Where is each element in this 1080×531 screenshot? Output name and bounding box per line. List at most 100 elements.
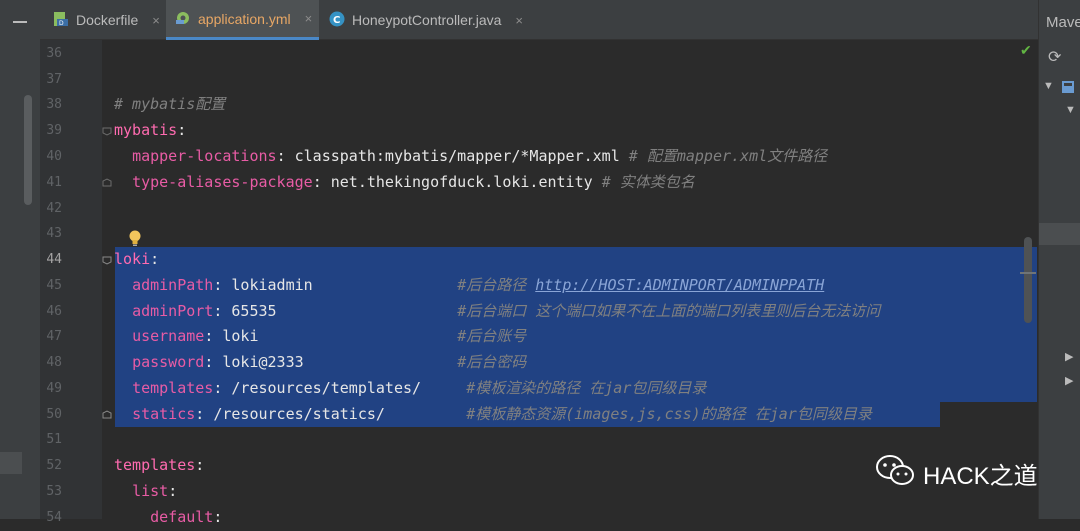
code-line: 37 [40,67,1038,93]
line-number: 42 [46,201,62,216]
line-number: 44 [46,252,62,267]
svg-text:C: C [333,15,340,26]
fold-marker-icon[interactable] [102,410,112,420]
yaml-value: /resources/statics/ [213,405,467,423]
code-text: default: [114,505,222,531]
yaml-colon: : [213,276,232,294]
code-text: username: loki #后台账号 [114,324,526,350]
yaml-colon: : [168,482,178,500]
yaml-key: adminPort [132,302,214,320]
svg-text:D: D [59,20,64,27]
line-number: 39 [46,123,62,138]
refresh-icon[interactable]: ⟳ [1048,47,1061,67]
yaml-colon: : [150,250,160,268]
code-line: 45 adminPath: lokiadmin #后台路径 http://HOS… [40,273,1038,299]
tab-dockerfile[interactable]: D Dockerfile × [48,0,170,40]
tree-collapsed-icon[interactable]: ▶ [1065,350,1073,363]
project-scrollbar[interactable] [24,95,32,205]
yaml-config-icon [174,8,192,29]
yaml-key: loki [114,250,151,268]
code-line: 38 # mybatis配置 [40,92,1038,118]
tree-expand-icon[interactable]: ▼ [1065,104,1076,116]
tab-honeypot-controller[interactable]: C HoneypotController.java × [320,0,530,40]
code-line: 46 adminPort: 65535 #后台端口 这个端口如果不在上面的端口列… [40,299,1038,325]
code-text: mapper-locations: classpath:mybatis/mapp… [114,144,827,170]
yaml-colon: : [204,353,223,371]
yaml-key: statics [132,405,196,423]
code-editor[interactable]: ✔ 36 37 38 # mybatis配置 39 mybatis: 40 ma… [40,40,1038,526]
line-number: 45 [46,278,62,293]
java-class-icon: C [328,10,346,31]
fold-marker-icon[interactable] [102,126,112,136]
panel-title[interactable]: Mave [1046,14,1080,31]
code-line: 43 [40,221,1038,247]
yaml-key: default [150,508,214,526]
line-number: 48 [46,355,62,370]
yaml-key: templates [114,456,196,474]
tab-application-yml[interactable]: application.yml × [166,0,319,40]
yaml-comment: #模板静态资源(images,js,css)的路径 在jar包同级目录 [466,405,872,423]
watermark-text: HACK之道 [923,463,1038,490]
yaml-colon: : [312,173,331,191]
tab-label: Dockerfile [76,12,139,28]
line-number: 53 [46,484,62,499]
tree-collapsed-icon[interactable]: ▶ [1065,374,1073,387]
editor-tab-bar: D Dockerfile × application.yml × C Honey… [40,0,1040,40]
line-number: 49 [46,381,62,396]
yaml-colon: : [195,405,214,423]
line-number: 37 [46,72,62,87]
yaml-value: /resources/templates/ [231,379,467,397]
panel-selected-row [1039,223,1080,245]
code-line: 49 templates: /resources/templates/ #模板渲… [40,376,1038,402]
yaml-colon: : [213,302,232,320]
yaml-colon: : [195,456,205,474]
code-line: 36 [40,41,1038,67]
collapse-icon[interactable] [13,21,27,23]
fold-marker-icon[interactable] [102,178,112,188]
close-icon[interactable]: × [152,13,160,28]
tab-label: application.yml [198,10,291,27]
close-icon[interactable]: × [515,13,523,28]
code-text: adminPort: 65535 #后台端口 这个端口如果不在上面的端口列表里则… [114,299,880,325]
fold-marker-icon[interactable] [102,255,112,265]
yaml-key: password [132,353,205,371]
line-number: 36 [46,46,62,61]
line-number: 43 [46,226,62,241]
line-number: 54 [46,510,62,525]
code-text: # mybatis配置 [114,92,225,118]
code-text: adminPath: lokiadmin #后台路径 http://HOST:A… [114,273,824,299]
tree-expand-icon[interactable]: ▼ [1043,80,1054,92]
url-link[interactable]: http://HOST:ADMINPORT/ADMINPPATH [535,276,824,294]
yaml-key: templates [132,379,214,397]
yaml-colon: : [276,147,295,165]
left-tool-strip [0,0,41,519]
tab-label: HoneypotController.java [352,12,502,28]
yaml-comment: #模板渲染的路径 在jar包同级目录 [466,379,707,397]
line-number: 46 [46,304,62,319]
yaml-comment: #后台路径 [457,276,536,294]
yaml-key: adminPath [132,276,214,294]
yaml-key: username [132,327,205,345]
yaml-value: classpath:mybatis/mapper/*Mapper.xml [294,147,629,165]
project-selected-row [0,452,22,474]
yaml-comment: #后台密码 [457,353,527,371]
yaml-value: net.thekingofduck.loki.entity [330,173,602,191]
yaml-key: list [132,482,169,500]
close-icon[interactable]: × [305,11,313,26]
yaml-key: type-aliases-package [132,173,313,191]
line-number: 50 [46,407,62,422]
yaml-comment: #后台端口 这个端口如果不在上面的端口列表里则后台无法访问 [457,302,881,320]
yaml-key: mapper-locations [132,147,277,165]
code-line: 42 [40,196,1038,222]
code-line: 44 loki: [40,247,1038,273]
docker-file-icon: D [52,10,70,31]
code-text: list: [114,479,177,505]
